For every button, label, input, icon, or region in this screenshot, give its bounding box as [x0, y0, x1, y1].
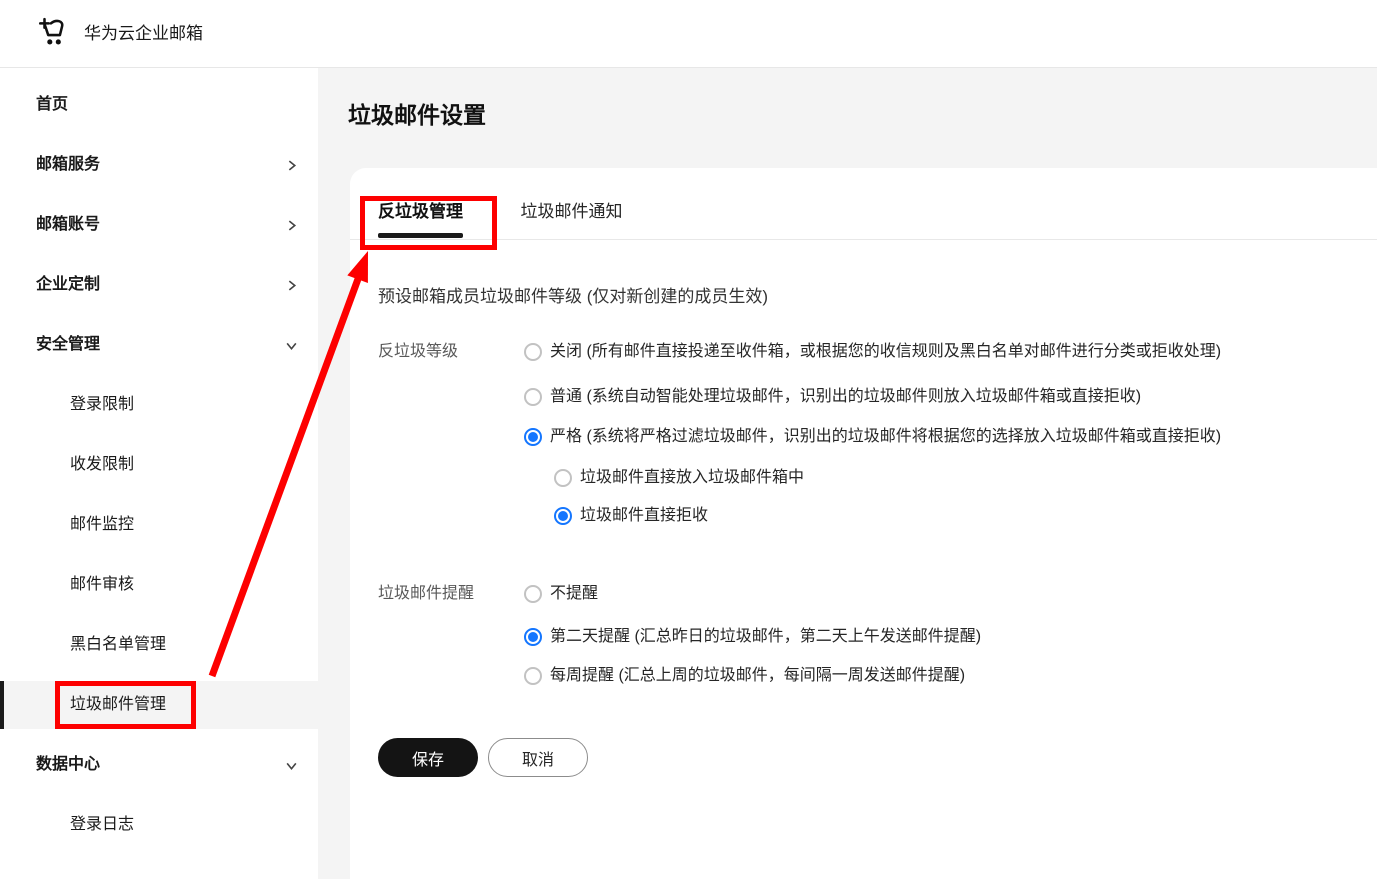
sidebar-item-mail-monitor[interactable]: 邮件监控: [0, 495, 318, 555]
sidebar-item-data-center[interactable]: 数据中心: [0, 735, 318, 795]
page-title: 垃圾邮件设置: [348, 102, 486, 128]
tab-divider: [350, 239, 1377, 240]
sidebar-item-home[interactable]: 首页: [0, 75, 318, 135]
radio-unselected-icon[interactable]: [524, 585, 542, 603]
spam-reminder-label: 垃圾邮件提醒: [378, 585, 475, 602]
radio-option-close[interactable]: 关闭 (所有邮件直接投递至收件箱，或根据您的收信规则及黑白名单对邮件进行分类或拒…: [524, 339, 1221, 365]
radio-selected-icon[interactable]: [524, 628, 542, 646]
sidebar-item-enterprise-custom[interactable]: 企业定制: [0, 255, 318, 315]
tab-spam-notification[interactable]: 垃圾邮件通知: [520, 192, 622, 240]
settings-card: 反垃圾管理 垃圾邮件通知 预设邮箱成员垃圾邮件等级 (仅对新创建的成员生效) 反…: [350, 168, 1377, 879]
app-title: 华为云企业邮箱: [84, 24, 203, 43]
preset-level-heading: 预设邮箱成员垃圾邮件等级 (仅对新创建的成员生效): [378, 287, 769, 306]
radio-option-strict[interactable]: 严格 (系统将严格过滤垃圾邮件，识别出的垃圾邮件将根据您的选择放入垃圾邮件箱或直…: [524, 424, 1221, 450]
anti-spam-level-label: 反垃圾等级: [378, 343, 459, 360]
chevron-right-icon: [288, 280, 297, 291]
chevron-down-icon: [286, 342, 297, 351]
radio-option-next-day-reminder[interactable]: 第二天提醒 (汇总昨日的垃圾邮件，第二天上午发送邮件提醒): [524, 624, 981, 650]
radio-unselected-icon[interactable]: [554, 469, 572, 487]
sidebar-item-mail-service[interactable]: 邮箱服务: [0, 135, 318, 195]
cart-sparkle-icon: [38, 17, 64, 45]
sidebar-item-blacklist-whitelist[interactable]: 黑白名单管理: [0, 615, 318, 675]
radio-unselected-icon[interactable]: [524, 343, 542, 361]
radio-option-weekly-reminder[interactable]: 每周提醒 (汇总上周的垃圾邮件，每间隔一周发送邮件提醒): [524, 663, 965, 689]
sidebar-item-security-management[interactable]: 安全管理: [0, 315, 318, 375]
tab-anti-spam-management[interactable]: 反垃圾管理: [378, 192, 463, 240]
chevron-down-icon: [286, 762, 297, 771]
sidebar-item-spam-management[interactable]: 垃圾邮件管理: [0, 675, 318, 735]
radio-option-reject-directly[interactable]: 垃圾邮件直接拒收: [554, 503, 708, 529]
page: 华为云企业邮箱 首页 邮箱服务 邮箱账号 企业定制 安全管理 登录限制 收发限制: [0, 0, 1377, 879]
app-header: 华为云企业邮箱: [0, 0, 1377, 68]
radio-unselected-icon[interactable]: [524, 667, 542, 685]
save-button[interactable]: 保存: [378, 738, 478, 777]
radio-unselected-icon[interactable]: [524, 388, 542, 406]
sidebar-item-login-log[interactable]: 登录日志: [0, 795, 318, 855]
radio-option-normal[interactable]: 普通 (系统自动智能处理垃圾邮件，识别出的垃圾邮件则放入垃圾邮件箱或直接拒收): [524, 384, 1141, 410]
cancel-button[interactable]: 取消: [488, 738, 588, 777]
radio-selected-icon[interactable]: [554, 507, 572, 525]
sidebar: 首页 邮箱服务 邮箱账号 企业定制 安全管理 登录限制 收发限制 邮件监控 邮件…: [0, 68, 318, 879]
sidebar-item-mail-account[interactable]: 邮箱账号: [0, 195, 318, 255]
tab-bar: 反垃圾管理 垃圾邮件通知: [378, 192, 622, 240]
chevron-right-icon: [288, 160, 297, 171]
sidebar-item-send-receive-restriction[interactable]: 收发限制: [0, 435, 318, 495]
sidebar-item-mail-audit[interactable]: 邮件审核: [0, 555, 318, 615]
sidebar-item-login-restriction[interactable]: 登录限制: [0, 375, 318, 435]
radio-option-move-to-junk[interactable]: 垃圾邮件直接放入垃圾邮件箱中: [554, 465, 804, 491]
radio-selected-icon[interactable]: [524, 428, 542, 446]
radio-option-no-reminder[interactable]: 不提醒: [524, 581, 598, 607]
active-tab-underline: [378, 233, 463, 238]
chevron-right-icon: [288, 220, 297, 231]
